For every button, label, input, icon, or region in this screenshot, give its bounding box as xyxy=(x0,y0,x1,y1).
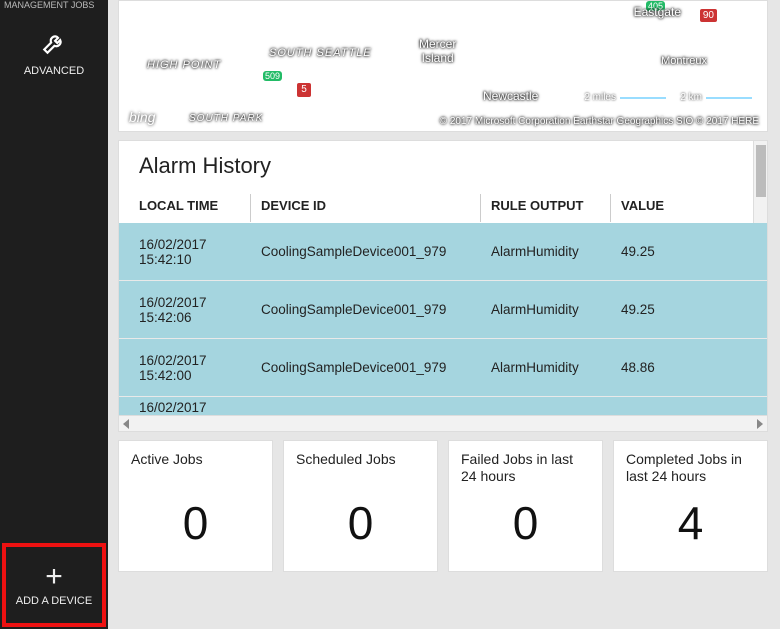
table-row[interactable]: 16/02/2017 15:42:10 CoolingSampleDevice0… xyxy=(119,223,767,281)
card-label: Failed Jobs in last 24 hours xyxy=(461,451,590,485)
map-label-montreux: Montreux xyxy=(661,55,707,67)
sidebar-item-advanced[interactable]: ADVANCED xyxy=(0,14,108,89)
map-label-newcastle: Newcastle xyxy=(483,89,538,103)
card-label: Active Jobs xyxy=(131,451,260,485)
horizontal-scrollbar[interactable] xyxy=(119,415,767,431)
bing-logo: bing xyxy=(129,109,155,125)
add-device-label: ADD A DEVICE xyxy=(16,595,92,607)
card-value: 0 xyxy=(461,485,590,561)
cell-time: 16/02/2017 15:42:06 xyxy=(131,295,261,325)
map-scale-km: 2 km xyxy=(680,92,753,103)
card-label: Completed Jobs in last 24 hours xyxy=(626,451,755,485)
sidebar-item-management-jobs[interactable]: MANAGEMENT JOBS xyxy=(0,0,108,14)
cell-rule: AlarmHumidity xyxy=(491,360,621,375)
map-label-eastgate: Eastgate xyxy=(634,5,681,19)
cell-time: 16/02/2017 xyxy=(131,400,261,415)
cell-value: 49.25 xyxy=(621,244,711,259)
col-header-value[interactable]: VALUE xyxy=(621,198,711,213)
cell-value: 49.25 xyxy=(621,302,711,317)
map-scale-miles: 2 miles xyxy=(584,92,667,103)
map-attribution: © 2017 Microsoft Corporation Earthstar G… xyxy=(440,116,759,127)
route-5-shield-icon: 5 xyxy=(297,83,311,97)
cell-device: CoolingSampleDevice001_979 xyxy=(261,244,491,259)
map[interactable]: 405 90 509 5 Eastgate Mercer Island SOUT… xyxy=(118,0,768,132)
completed-jobs-card: Completed Jobs in last 24 hours 4 xyxy=(613,440,768,572)
card-value: 4 xyxy=(626,485,755,561)
failed-jobs-card: Failed Jobs in last 24 hours 0 xyxy=(448,440,603,572)
table-row[interactable]: 16/02/2017 xyxy=(119,397,767,415)
sidebar-item-label: ADVANCED xyxy=(24,65,84,77)
jobs-summary-row: Active Jobs 0 Scheduled Jobs 0 Failed Jo… xyxy=(118,440,768,572)
card-value: 0 xyxy=(296,485,425,561)
card-value: 0 xyxy=(131,485,260,561)
alarm-table: LOCAL TIME DEVICE ID RULE OUTPUT VALUE 1… xyxy=(119,187,767,415)
table-header: LOCAL TIME DEVICE ID RULE OUTPUT VALUE xyxy=(119,187,767,223)
add-device-button[interactable]: + ADD A DEVICE xyxy=(2,543,106,627)
cell-value: 48.86 xyxy=(621,360,711,375)
cell-device: CoolingSampleDevice001_979 xyxy=(261,360,491,375)
main-content: 405 90 509 5 Eastgate Mercer Island SOUT… xyxy=(108,0,780,629)
col-header-local-time[interactable]: LOCAL TIME xyxy=(131,198,261,213)
col-header-device-id[interactable]: DEVICE ID xyxy=(261,198,491,213)
sidebar: MANAGEMENT JOBS ADVANCED + ADD A DEVICE xyxy=(0,0,108,629)
cell-time: 16/02/2017 15:42:10 xyxy=(131,237,261,267)
scheduled-jobs-card: Scheduled Jobs 0 xyxy=(283,440,438,572)
cell-rule: AlarmHumidity xyxy=(491,244,621,259)
map-label-mercer-island: Mercer Island xyxy=(419,37,456,65)
map-label-high-point: HIGH POINT xyxy=(147,59,221,71)
table-row[interactable]: 16/02/2017 15:42:00 CoolingSampleDevice0… xyxy=(119,339,767,397)
alarm-history-panel: Alarm History LOCAL TIME DEVICE ID RULE … xyxy=(118,140,768,432)
active-jobs-card: Active Jobs 0 xyxy=(118,440,273,572)
map-label-south-seattle: SOUTH SEATTLE xyxy=(269,47,372,59)
plus-icon: + xyxy=(45,563,63,591)
table-row[interactable]: 16/02/2017 15:42:06 CoolingSampleDevice0… xyxy=(119,281,767,339)
route-509-shield-icon: 509 xyxy=(263,71,282,81)
cell-time: 16/02/2017 15:42:00 xyxy=(131,353,261,383)
wrench-icon xyxy=(41,30,67,59)
cell-device: CoolingSampleDevice001_979 xyxy=(261,302,491,317)
map-label-south-park: SOUTH PARK xyxy=(189,113,263,124)
col-header-rule-output[interactable]: RULE OUTPUT xyxy=(491,198,621,213)
card-label: Scheduled Jobs xyxy=(296,451,425,485)
panel-title: Alarm History xyxy=(119,141,767,187)
cell-rule: AlarmHumidity xyxy=(491,302,621,317)
route-90-shield-icon: 90 xyxy=(700,9,717,22)
